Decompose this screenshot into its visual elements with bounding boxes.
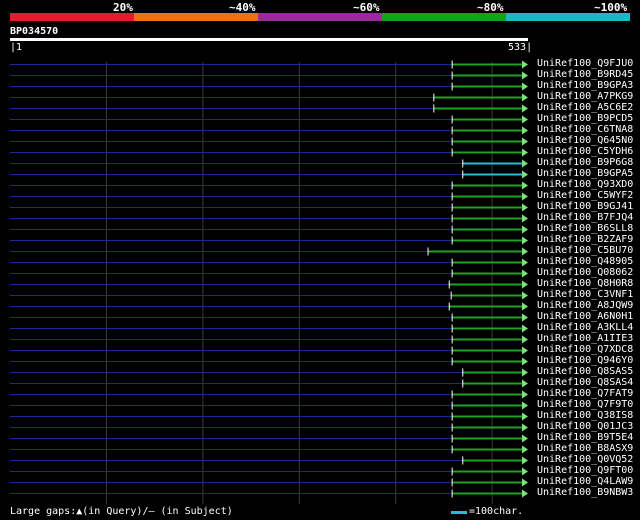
hit-name-link[interactable]: UniRef100_Q08062 xyxy=(537,268,633,278)
hit-name-link[interactable]: UniRef100_B9GPA3 xyxy=(537,81,633,91)
hit-name-link[interactable]: UniRef100_A3KLL4 xyxy=(537,323,633,333)
hit-end-arrow xyxy=(522,269,528,278)
hit-name-link[interactable]: UniRef100_Q8SAS4 xyxy=(537,378,633,388)
hit-end-arrow xyxy=(522,280,528,289)
hit-name-link[interactable]: UniRef100_Q7F9T0 xyxy=(537,400,633,410)
hit-name-link[interactable]: UniRef100_B9T5E4 xyxy=(537,433,633,443)
hit-name-link[interactable]: UniRef100_Q946Y0 xyxy=(537,356,633,366)
hit-end-arrow xyxy=(522,467,528,476)
hit-end-arrow xyxy=(522,313,528,322)
hit-end-arrow xyxy=(522,104,528,113)
hit-end-arrow xyxy=(522,192,528,201)
hit-end-arrow xyxy=(522,236,528,245)
hit-end-arrow xyxy=(522,335,528,344)
hit-end-arrow xyxy=(522,126,528,135)
scale-key-label: =100char. xyxy=(469,506,524,517)
hit-end-arrow xyxy=(522,346,528,355)
hit-end-arrow xyxy=(522,412,528,421)
hit-name-link[interactable]: UniRef100_Q8SAS5 xyxy=(537,367,633,377)
large-gaps-note: Large gaps:▲(in Query)/– (in Subject) xyxy=(10,506,233,517)
hit-name-link[interactable]: UniRef100_B6SLL8 xyxy=(537,224,633,234)
hit-name-link[interactable]: UniRef100_A5C6E2 xyxy=(537,103,633,113)
hit-name-link[interactable]: UniRef100_Q48905 xyxy=(537,257,633,267)
hit-end-arrow xyxy=(522,93,528,102)
hit-end-arrow xyxy=(522,214,528,223)
hit-name-link[interactable]: UniRef100_C3VNF1 xyxy=(537,290,633,300)
hit-name-link[interactable]: UniRef100_Q93XD0 xyxy=(537,180,633,190)
hit-name-link[interactable]: UniRef100_Q0VQ52 xyxy=(537,455,633,465)
hit-end-arrow xyxy=(522,368,528,377)
hit-name-link[interactable]: UniRef100_Q8H0R8 xyxy=(537,279,633,289)
hit-name-link[interactable]: UniRef100_Q7FAT9 xyxy=(537,389,633,399)
hit-end-arrow xyxy=(522,489,528,498)
hit-name-link[interactable]: UniRef100_A7PKG9 xyxy=(537,92,633,102)
hit-name-link[interactable]: UniRef100_B9PCD5 xyxy=(537,114,633,124)
hit-name-link[interactable]: UniRef100_Q645N0 xyxy=(537,136,633,146)
hit-end-arrow xyxy=(522,445,528,454)
hit-end-arrow xyxy=(522,291,528,300)
hit-end-arrow xyxy=(522,137,528,146)
hit-name-link[interactable]: UniRef100_B9RD45 xyxy=(537,70,633,80)
hit-end-arrow xyxy=(522,324,528,333)
hit-name-link[interactable]: UniRef100_Q38IS8 xyxy=(537,411,633,421)
hit-name-link[interactable]: UniRef100_Q4LAW9 xyxy=(537,477,633,487)
hit-name-link[interactable]: UniRef100_C5YDH6 xyxy=(537,147,633,157)
hit-name-link[interactable]: UniRef100_C6TNA8 xyxy=(537,125,633,135)
hit-name-link[interactable]: UniRef100_C5WYF2 xyxy=(537,191,633,201)
hit-end-arrow xyxy=(522,423,528,432)
scale-key-bar xyxy=(451,511,467,514)
hit-end-arrow xyxy=(522,258,528,267)
hit-name-link[interactable]: UniRef100_B9P6G8 xyxy=(537,158,633,168)
hit-end-arrow xyxy=(522,115,528,124)
hit-end-arrow xyxy=(522,60,528,69)
hit-name-link[interactable]: UniRef100_B2ZAF9 xyxy=(537,235,633,245)
hit-end-arrow xyxy=(522,379,528,388)
hit-end-arrow xyxy=(522,302,528,311)
hit-name-link[interactable]: UniRef100_A8JQW9 xyxy=(537,301,633,311)
hit-end-arrow xyxy=(522,225,528,234)
hit-name-link[interactable]: UniRef100_Q9FT00 xyxy=(537,466,633,476)
hit-name-link[interactable]: UniRef100_Q7XDC8 xyxy=(537,345,633,355)
hit-name-link[interactable]: UniRef100_B9NBW3 xyxy=(537,488,633,498)
hit-end-arrow xyxy=(522,71,528,80)
hit-end-arrow xyxy=(522,181,528,190)
hit-name-link[interactable]: UniRef100_Q01JC3 xyxy=(537,422,633,432)
hit-name-link[interactable]: UniRef100_B7FJQ4 xyxy=(537,213,633,223)
hit-end-arrow xyxy=(522,390,528,399)
hit-end-arrow xyxy=(522,170,528,179)
hit-end-arrow xyxy=(522,82,528,91)
hit-end-arrow xyxy=(522,357,528,366)
hit-end-arrow xyxy=(522,478,528,487)
hit-end-arrow xyxy=(522,401,528,410)
hit-end-arrow xyxy=(522,148,528,157)
hit-name-link[interactable]: UniRef100_B9GJ41 xyxy=(537,202,633,212)
hit-end-arrow xyxy=(522,247,528,256)
hit-end-arrow xyxy=(522,456,528,465)
hit-name-link[interactable]: UniRef100_Q9FJU0 xyxy=(537,59,633,69)
hit-name-link[interactable]: UniRef100_B9GPA5 xyxy=(537,169,633,179)
hit-name-link[interactable]: UniRef100_A6N0H1 xyxy=(537,312,633,322)
hit-end-arrow xyxy=(522,203,528,212)
hit-end-arrow xyxy=(522,434,528,443)
hit-name-link[interactable]: UniRef100_B8ASX9 xyxy=(537,444,633,454)
hit-name-link[interactable]: UniRef100_C5BU70 xyxy=(537,246,633,256)
hit-end-arrow xyxy=(522,159,528,168)
hit-name-link[interactable]: UniRef100_A1IIE3 xyxy=(537,334,633,344)
